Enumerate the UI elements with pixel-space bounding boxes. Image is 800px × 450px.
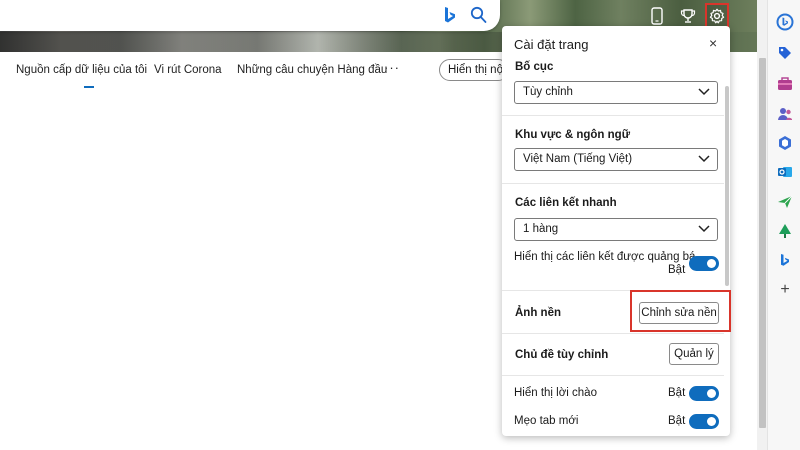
bing-chat-icon[interactable]: [776, 13, 794, 31]
chevron-down-icon: [698, 225, 710, 233]
tab-coronavirus[interactable]: Vi rút Corona: [154, 64, 222, 76]
panel-title: Cài đặt trang: [514, 37, 589, 52]
quick-links-label: Các liên kết nhanh: [515, 197, 617, 209]
panel-scrollbar-thumb[interactable]: [725, 86, 729, 286]
search-icon[interactable]: [470, 6, 487, 24]
add-icon[interactable]: +: [776, 281, 794, 299]
background-label: Ảnh nền: [515, 307, 561, 319]
divider: [502, 115, 724, 116]
new-tab-tips-toggle[interactable]: [689, 414, 719, 429]
close-icon[interactable]: ×: [709, 35, 717, 51]
mobile-phone-icon[interactable]: [646, 5, 668, 27]
page-scrollbar-thumb[interactable]: [759, 58, 766, 428]
bing-logo-icon: [445, 7, 455, 23]
greeting-label: Hiển thị lời chào: [514, 387, 597, 399]
more-tabs-button[interactable]: ···: [384, 60, 400, 75]
region-language-label: Khu vực & ngôn ngữ: [515, 129, 631, 141]
browser-sidebar: +: [767, 0, 800, 450]
tag-icon[interactable]: [776, 44, 794, 62]
quick-links-value: 1 hàng: [523, 223, 559, 235]
greeting-toggle[interactable]: [689, 386, 719, 401]
layout-label: Bố cục: [515, 61, 554, 73]
layout-select[interactable]: Tùy chỉnh: [514, 81, 718, 104]
promoted-links-label: Hiển thị các liên kết được quảng bá: [514, 251, 696, 263]
page-settings-panel: Cài đặt trang × Bố cục Tùy chỉnh Khu vực…: [502, 26, 730, 436]
trophy-icon[interactable]: [677, 5, 699, 27]
new-tab-tips-state: Bật: [668, 415, 686, 427]
promoted-links-toggle[interactable]: [689, 256, 719, 271]
divider: [502, 375, 724, 376]
promoted-links-state: Bật: [668, 264, 686, 276]
briefcase-icon[interactable]: [776, 75, 794, 93]
highlight-box: [630, 290, 731, 332]
tree-icon[interactable]: [776, 222, 794, 240]
divider: [502, 183, 724, 184]
region-language-select[interactable]: Việt Nam (Tiếng Việt): [514, 148, 718, 171]
office-icon[interactable]: [776, 134, 794, 152]
manage-button[interactable]: Quản lý: [669, 343, 719, 365]
tab-top-stories[interactable]: Những câu chuyện Hàng đầu: [237, 64, 387, 76]
bing-icon[interactable]: [776, 251, 794, 269]
people-icon[interactable]: [776, 105, 794, 123]
gear-icon: [709, 8, 725, 24]
search-box[interactable]: [0, 0, 500, 31]
chevron-down-icon: [698, 88, 710, 96]
tab-underline: [84, 86, 94, 88]
show-content-button[interactable]: Hiển thị nội dung: [439, 59, 509, 81]
chevron-down-icon: [698, 155, 710, 163]
greeting-state: Bật: [668, 387, 686, 399]
divider: [502, 333, 724, 334]
send-icon[interactable]: [776, 193, 794, 211]
outlook-icon[interactable]: [776, 163, 794, 181]
custom-theme-label: Chủ đề tùy chỉnh: [515, 349, 609, 361]
tab-my-feed[interactable]: Nguồn cấp dữ liệu của tôi: [16, 64, 147, 76]
layout-select-value: Tùy chỉnh: [523, 86, 573, 98]
quick-links-select[interactable]: 1 hàng: [514, 218, 718, 241]
new-tab-tips-label: Mẹo tab mới: [514, 415, 579, 427]
region-language-value: Việt Nam (Tiếng Việt): [523, 153, 633, 165]
